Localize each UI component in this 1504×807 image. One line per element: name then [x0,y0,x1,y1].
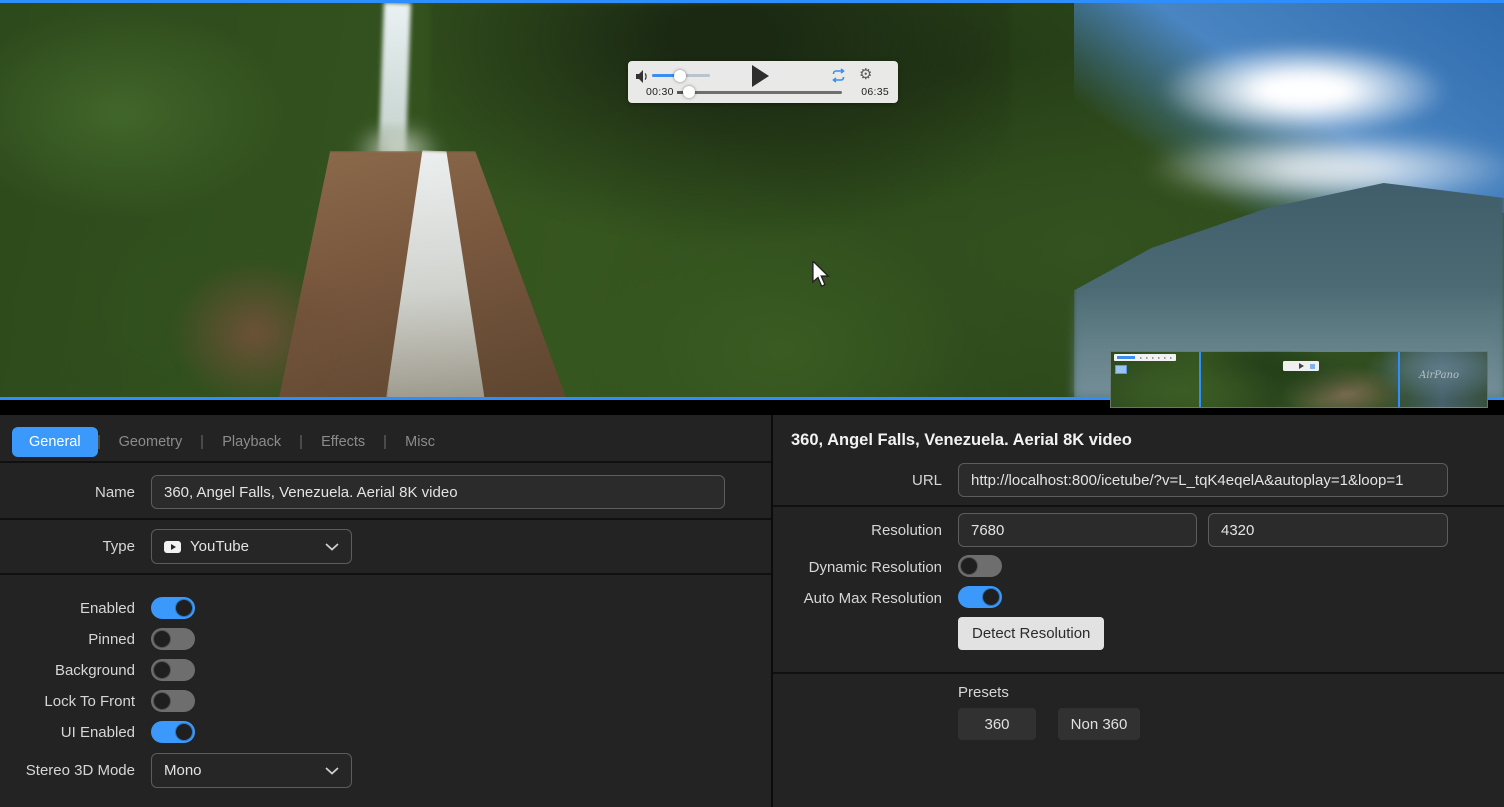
chevron-down-icon [325,538,339,555]
seek-bar[interactable] [677,91,842,94]
background-label: Background [0,662,135,679]
watermark-text: AirPano [1419,370,1459,381]
mini-thumbnail-chip [1115,365,1127,374]
volume-slider[interactable] [652,74,710,77]
rocks [170,258,340,400]
mini-volume-bar [1117,356,1135,359]
url-label: URL [773,472,942,489]
detect-resolution-button[interactable]: Detect Resolution [958,617,1104,650]
pinned-toggle[interactable] [151,628,195,650]
duration-label: 06:35 [861,86,889,98]
seek-thumb[interactable] [683,86,695,98]
preset-non-360-button[interactable]: Non 360 [1058,708,1140,740]
tab-geometry[interactable]: Geometry [100,434,202,450]
mini-toolbar-dots [1140,357,1172,359]
lock-to-front-label: Lock To Front [0,693,135,710]
separator [773,672,1504,674]
tab-misc[interactable]: Misc [386,434,454,450]
presets-label: Presets [958,684,1009,701]
separator [0,573,771,575]
ui-enabled-label: UI Enabled [0,724,135,741]
dynamic-resolution-label: Dynamic Resolution [773,559,942,576]
seek-fill [677,91,689,94]
chevron-down-icon [325,762,339,779]
settings-section: General Geometry Playback Effects Misc N… [0,415,1504,807]
background-toggle[interactable] [151,659,195,681]
current-time-label: 00:30 [646,86,674,98]
preset-360-button[interactable]: 360 [958,708,1036,740]
resolution-height-input[interactable] [1208,513,1448,547]
mouse-cursor [812,261,832,294]
lock-to-front-toggle[interactable] [151,690,195,712]
name-input[interactable] [151,475,725,509]
resolution-label: Resolution [773,522,942,539]
volume-thumb[interactable] [674,70,686,82]
tab-general[interactable]: General [12,427,98,457]
tab-playback[interactable]: Playback [203,434,300,450]
stereo-3d-mode-value: Mono [164,762,202,779]
source-panel: 360, Angel Falls, Venezuela. Aerial 8K v… [773,415,1504,807]
separator [0,518,771,520]
properties-panel: General Geometry Playback Effects Misc N… [0,415,771,807]
view-boundary-line [1199,352,1201,407]
video-player-controls: ⚙ 00:30 06:35 [628,61,898,103]
separator [0,461,771,463]
ui-enabled-toggle[interactable] [151,721,195,743]
youtube-icon [164,541,181,553]
cliff-scenery [430,3,1010,243]
pinned-label: Pinned [0,631,135,648]
resolution-width-input[interactable] [958,513,1197,547]
type-value: YouTube [190,538,249,555]
separator [773,505,1504,507]
panorama-preview-strip[interactable]: AirPano [1110,351,1488,408]
video-viewport[interactable] [0,0,1504,400]
auto-max-resolution-label: Auto Max Resolution [773,590,942,607]
dynamic-resolution-toggle[interactable] [958,555,1002,577]
tab-bar: General Geometry Playback Effects Misc [12,427,454,457]
view-boundary-line [1398,352,1400,407]
mini-controls-box [1283,361,1319,371]
gear-icon[interactable]: ⚙ [859,65,872,83]
name-label: Name [0,484,135,501]
stereo-3d-mode-label: Stereo 3D Mode [0,762,135,779]
type-label: Type [0,538,135,555]
cloud [1159,43,1449,138]
enabled-toggle[interactable] [151,597,195,619]
stereo-3d-mode-dropdown[interactable]: Mono [151,753,352,788]
volume-fill [652,74,680,77]
enabled-label: Enabled [0,600,135,617]
type-dropdown[interactable]: YouTube [151,529,352,564]
app-window: ⚙ 00:30 06:35 AirPano General Geo [0,0,1504,807]
tab-effects[interactable]: Effects [302,434,384,450]
video-title: 360, Angel Falls, Venezuela. Aerial 8K v… [791,431,1132,450]
mini-player-toolbar [1114,354,1176,361]
play-button[interactable] [752,65,769,87]
auto-max-resolution-toggle[interactable] [958,586,1002,608]
url-input[interactable] [958,463,1448,497]
